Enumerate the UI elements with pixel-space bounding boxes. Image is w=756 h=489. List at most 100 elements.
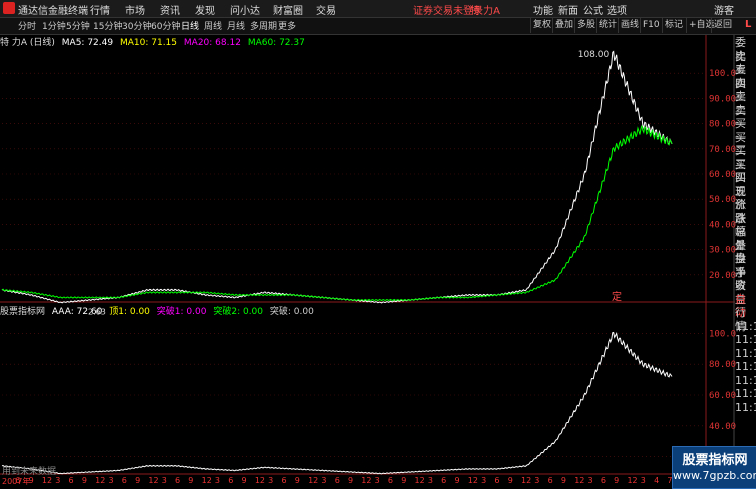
watermark: 股票指标网 www.7gpzb.com <box>672 446 756 489</box>
x-axis-label: 6 <box>121 476 127 485</box>
x-axis-label: 9 <box>614 476 620 485</box>
low-price-label: 2.63 <box>88 308 106 317</box>
sub-tick-label: 100.0 <box>709 329 736 339</box>
side-tab[interactable]: 收益 <box>735 279 756 306</box>
main-series-ma60 <box>1 125 673 302</box>
x-axis-label: 9 <box>135 476 141 485</box>
x-axis-label: 9 <box>507 476 513 485</box>
main-tick-label: 60.00 <box>709 170 736 180</box>
x-axis-label: 3 <box>374 476 380 485</box>
x-axis-label: 12 <box>627 476 638 485</box>
main-series-ma5 <box>1 50 673 304</box>
x-axis-label: 3 <box>534 476 540 485</box>
x-axis-label: 9 <box>28 476 34 485</box>
marker-label: 定 <box>612 290 622 303</box>
x-axis-label: 6 <box>600 476 606 485</box>
x-axis-label: 9 <box>241 476 247 485</box>
x-axis-label: 12 <box>41 476 53 485</box>
price-chart[interactable]: 100.0 90.00 80.00 70.00 60.00 50.00 40.00 30.00… <box>0 0 756 487</box>
side-tab[interactable]: 净资 <box>735 266 756 293</box>
x-axis-label: 12 <box>254 476 266 485</box>
x-axis-label: 12 <box>521 476 532 485</box>
side-tab: 11:1 <box>735 333 756 346</box>
x-axis-label: 12 <box>414 476 425 485</box>
sub-series-aaa <box>1 331 673 475</box>
x-axis-label: 12 <box>361 476 372 485</box>
side-tab[interactable]: 卖五 <box>735 50 756 77</box>
x-axis-label: 3 <box>427 476 433 485</box>
side-tab[interactable]: 卖四 <box>735 63 756 90</box>
x-axis-label: 9 <box>294 476 300 485</box>
x-axis-label: 6 <box>15 476 21 485</box>
x-axis-label: 3 <box>321 476 327 485</box>
x-axis-label: 6 <box>334 476 340 485</box>
side-tab[interactable]: 卖三 <box>735 77 756 104</box>
sub-tick-label: 80.00 <box>709 360 736 370</box>
x-axis-label: 3 <box>268 476 274 485</box>
side-tab[interactable]: 换手 <box>735 252 756 279</box>
side-tab[interactable]: 总量 <box>735 225 756 252</box>
x-axis-label: 3 <box>161 476 167 485</box>
side-tab: 11:1 <box>735 400 756 414</box>
side-tab[interactable]: 涨跌 <box>735 198 756 225</box>
quote-panel-tabs: 委比 卖五 卖四 卖三 卖二 卖一 买一 买二 买三 买四 买五 现价 涨跌 涨… <box>735 36 756 414</box>
x-axis-label: 6 <box>494 476 500 485</box>
side-tab: 11:1 <box>735 360 756 373</box>
x-axis-label: 9 <box>188 476 194 485</box>
side-tab[interactable]: 委比 <box>735 36 756 63</box>
x-axis-label: 12 <box>148 476 159 485</box>
x-axis-label: 4 <box>654 476 660 485</box>
side-tab[interactable]: 卖一 <box>735 104 756 131</box>
side-tab[interactable]: 外盘 <box>735 239 756 266</box>
x-axis-label: 3 <box>481 476 487 485</box>
side-tab[interactable]: 买四 <box>735 158 756 185</box>
watermark-url: www.7gpzb.com <box>673 469 756 482</box>
side-tab[interactable]: 买三 <box>735 144 756 171</box>
watermark-title: 股票指标网 <box>682 453 748 468</box>
x-axis-label: 6 <box>175 476 181 485</box>
x-axis-label: 6 <box>68 476 74 485</box>
main-tick-label: 20.00 <box>709 271 736 281</box>
x-axis-label: 3 <box>108 476 114 485</box>
x-axis-label: 3 <box>587 476 593 485</box>
side-tab[interactable]: 现价 <box>735 185 756 212</box>
main-tick-label: 90.00 <box>709 94 736 104</box>
high-price-label: 108.00 <box>578 50 610 60</box>
x-axis-label: 6 <box>547 476 553 485</box>
sub-tick-label: 40.00 <box>709 422 736 432</box>
side-tab: 11:1 <box>735 346 756 360</box>
main-tick-label: 100.0 <box>709 69 736 79</box>
main-tick-label: 50.00 <box>709 195 736 205</box>
x-axis-label: 9 <box>348 476 354 485</box>
side-tab[interactable]: 买一 <box>735 117 756 144</box>
x-axis-label: 9 <box>560 476 567 485</box>
side-tab-auto[interactable]: 自动 <box>735 293 756 320</box>
side-tab[interactable]: 卖二 <box>735 90 756 117</box>
x-axis-label: 6 <box>441 476 447 485</box>
x-axis-label: 12 <box>201 476 212 485</box>
main-tick-label: 70.00 <box>709 145 736 155</box>
side-tab[interactable]: 涨幅 <box>735 212 756 239</box>
x-axis-label: 12 <box>574 476 585 485</box>
x-axis-label: 3 <box>214 476 221 485</box>
x-axis-label: 12 <box>467 476 478 485</box>
side-tab: 11:1 <box>735 319 756 333</box>
x-axis-label: 9 <box>81 476 87 485</box>
x-axis-label: 3 <box>55 476 61 485</box>
x-axis-label: 6 <box>228 476 234 485</box>
sub-tick-label: 60.00 <box>709 391 736 401</box>
side-tab: 11:1 <box>735 373 756 387</box>
x-axis-label: 12 <box>95 476 106 485</box>
main-tick-label: 30.00 <box>709 246 736 256</box>
x-axis-label: 6 <box>281 476 287 485</box>
x-axis-label: 3 <box>640 476 646 485</box>
x-axis-label: 9 <box>401 476 407 485</box>
main-tick-label: 40.00 <box>709 220 736 230</box>
side-tab[interactable]: 买二 <box>735 131 756 158</box>
x-axis: 2007年 6 9 12 3 6 9 12 3 6 9 12 3 6 9 12 3 6 9 12 3 6 9 12 3 6 9 12 3… <box>0 475 710 487</box>
main-tick-label: 80.00 <box>709 120 736 130</box>
side-tab[interactable]: 行情 <box>735 306 756 333</box>
side-tab: 11:1 <box>735 387 756 400</box>
side-tab[interactable]: 买五 <box>735 171 756 198</box>
x-axis-label: 9 <box>454 476 460 485</box>
